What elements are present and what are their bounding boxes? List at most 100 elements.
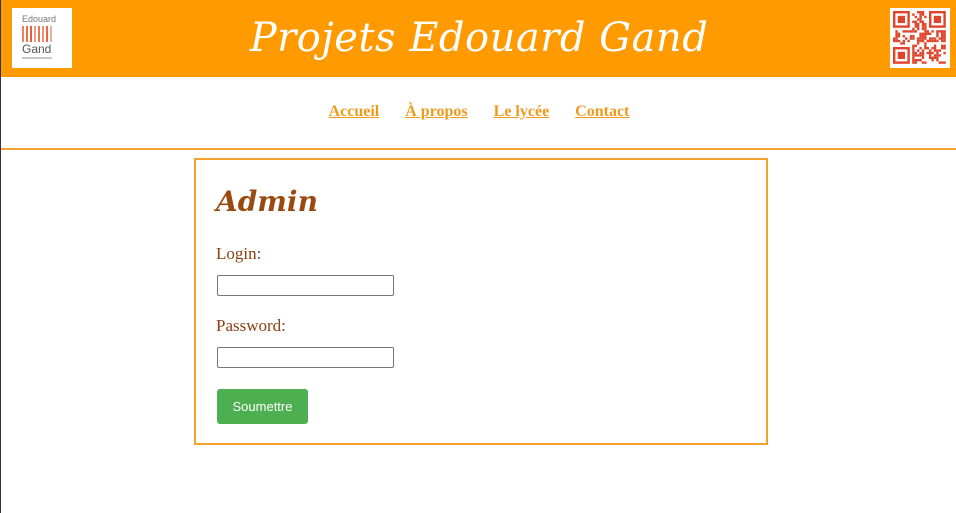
qr-module bbox=[902, 30, 905, 33]
qr-code-graphic bbox=[893, 11, 946, 64]
qr-module bbox=[921, 56, 925, 59]
nav-link-contact[interactable]: Contact bbox=[575, 103, 629, 120]
qr-module bbox=[931, 39, 934, 43]
qr-module bbox=[919, 20, 922, 23]
qr-module bbox=[931, 37, 934, 40]
qr-module bbox=[941, 39, 944, 43]
qr-module bbox=[924, 27, 927, 31]
qr-module bbox=[909, 37, 913, 40]
qr-module bbox=[921, 51, 925, 55]
qr-module bbox=[943, 47, 946, 50]
qr-module bbox=[917, 39, 920, 43]
qr-module bbox=[919, 37, 922, 40]
qr-module bbox=[936, 54, 939, 57]
qr-module bbox=[902, 35, 905, 38]
qr-module bbox=[941, 44, 944, 47]
qr-module bbox=[921, 32, 925, 35]
qr-module bbox=[895, 35, 898, 38]
qr-module bbox=[924, 44, 927, 47]
qr-module bbox=[926, 47, 929, 50]
qr-module bbox=[912, 20, 915, 23]
qr-module bbox=[895, 37, 898, 40]
qr-module bbox=[931, 56, 934, 59]
qr-module bbox=[924, 35, 927, 38]
qr-module bbox=[929, 49, 932, 52]
login-input[interactable] bbox=[217, 275, 394, 296]
qr-module bbox=[931, 59, 934, 62]
qr-module bbox=[914, 44, 917, 47]
site-title: Projets Edouard Gand bbox=[249, 15, 709, 61]
login-label: Login: bbox=[216, 244, 262, 263]
qr-module bbox=[912, 30, 915, 33]
qr-module bbox=[941, 32, 944, 35]
qr-module bbox=[893, 39, 896, 43]
qr-module bbox=[917, 37, 920, 40]
qr-module bbox=[912, 61, 915, 64]
qr-module bbox=[902, 42, 905, 45]
qr-module bbox=[941, 61, 944, 64]
qr-module bbox=[931, 47, 934, 50]
qr-module bbox=[933, 49, 937, 52]
qr-module bbox=[912, 56, 915, 59]
nav-link-a-propos[interactable]: À propos bbox=[405, 103, 467, 120]
qr-module bbox=[936, 56, 939, 59]
qr-module bbox=[897, 35, 901, 38]
qr-module bbox=[919, 32, 922, 35]
qr-module bbox=[921, 35, 925, 38]
qr-module bbox=[914, 15, 917, 19]
qr-module bbox=[919, 47, 922, 50]
qr-module bbox=[941, 37, 944, 40]
qr-module bbox=[895, 39, 898, 43]
qr-module bbox=[921, 20, 925, 23]
qr-module bbox=[905, 30, 908, 33]
qr-module bbox=[902, 39, 905, 43]
qr-module bbox=[941, 30, 944, 33]
main-nav: Accueil À propos Le lycée Contact bbox=[1, 77, 956, 148]
qr-module bbox=[917, 23, 920, 26]
nav-link-accueil[interactable]: Accueil bbox=[329, 103, 380, 120]
qr-module bbox=[919, 39, 922, 43]
qr-module bbox=[914, 30, 917, 33]
qr-module bbox=[941, 35, 944, 38]
qr-module bbox=[936, 51, 939, 55]
qr-module bbox=[912, 37, 915, 40]
nav-links: Accueil À propos Le lycée Contact bbox=[1, 103, 956, 121]
qr-module bbox=[912, 47, 915, 50]
qr-module bbox=[924, 47, 927, 50]
qr-module bbox=[936, 35, 939, 38]
submit-button[interactable]: Soumettre bbox=[217, 389, 308, 424]
qr-module bbox=[917, 49, 920, 52]
qr-module bbox=[943, 61, 946, 64]
admin-login-panel: Admin Login: Password: Soumettre bbox=[194, 158, 768, 445]
qr-module bbox=[933, 44, 937, 47]
nav-link-le-lycee[interactable]: Le lycée bbox=[494, 103, 550, 120]
password-input[interactable] bbox=[217, 347, 394, 368]
qr-module bbox=[926, 51, 929, 55]
qr-module bbox=[938, 61, 941, 64]
qr-module bbox=[929, 37, 932, 40]
qr-module bbox=[914, 54, 917, 57]
qr-module bbox=[912, 13, 915, 16]
qr-module bbox=[933, 54, 937, 57]
qr-module bbox=[941, 47, 944, 50]
qr-module bbox=[931, 51, 934, 55]
qr-module bbox=[924, 61, 927, 64]
qr-module bbox=[936, 30, 939, 33]
qr-module bbox=[912, 54, 915, 57]
qr-module bbox=[919, 13, 922, 16]
qr-code-icon bbox=[890, 8, 950, 68]
qr-module bbox=[897, 39, 901, 43]
qr-module bbox=[924, 30, 927, 33]
qr-module bbox=[921, 13, 925, 16]
qr-module bbox=[912, 51, 915, 55]
qr-module bbox=[912, 44, 915, 47]
nav-divider bbox=[1, 148, 956, 150]
qr-module bbox=[921, 37, 925, 40]
qr-module bbox=[909, 35, 913, 38]
qr-module bbox=[933, 47, 937, 50]
qr-module bbox=[933, 37, 937, 40]
qr-module bbox=[929, 54, 932, 57]
qr-module bbox=[917, 42, 920, 45]
qr-module bbox=[924, 23, 927, 26]
qr-module bbox=[893, 37, 896, 40]
